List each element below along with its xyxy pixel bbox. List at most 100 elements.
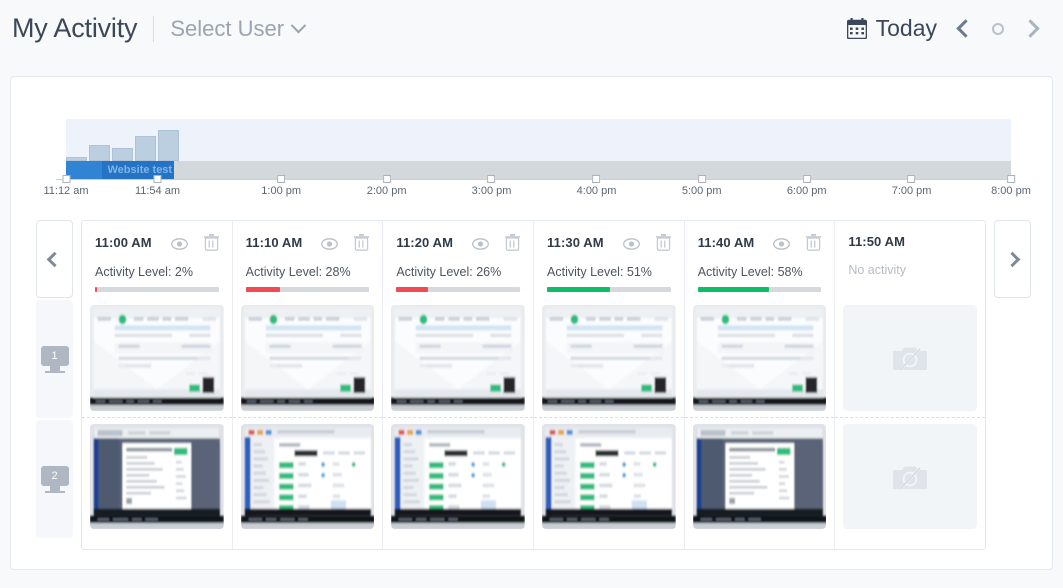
activity-level-label: Activity Level: 58% [698,265,822,279]
trash-icon[interactable] [806,234,821,251]
card-time-label: 11:40 AM [698,235,755,250]
chevron-left-icon [47,251,63,267]
activity-level-bar [246,287,370,292]
eye-icon[interactable] [773,237,790,249]
today-button[interactable]: Today [847,15,937,42]
tick-label: 8:00 pm [991,185,1031,197]
activity-level-bar-fill [95,287,97,292]
card-header-row: 11:20 AM [396,234,520,251]
activity-level-bar [547,287,671,292]
tick-marker-icon [153,175,161,183]
activity-card: 11:00 AM Activity Level: 2% [82,221,233,549]
trash-icon[interactable] [354,234,369,251]
strip-prev-button[interactable] [36,220,73,298]
monitor-icon: 2 [41,466,69,492]
screenshot-thumbnail[interactable] [542,305,676,411]
trash-icon[interactable] [204,234,219,251]
tick-marker-icon [383,175,391,183]
thumbnail-row-screen-1 [82,299,232,417]
screen-badge-2[interactable]: 2 [36,420,73,538]
card-header: 11:50 AM No activity [835,221,985,299]
tick-marker-icon [908,175,916,183]
thumbnail-row-screen-1 [835,299,985,417]
timeline-tick: 6:00 pm [787,175,827,197]
thumbnail-row-screen-1 [233,299,383,417]
tick-label: 11:12 am [43,185,88,197]
card-header: 11:40 AM Activity Level: 58% [685,221,835,299]
tick-label: 4:00 pm [577,185,617,197]
screenshot-thumbnail[interactable] [241,305,375,411]
trash-icon[interactable] [505,234,520,251]
eye-icon[interactable] [472,237,489,249]
card-actions [171,234,219,251]
header-divider [153,16,154,42]
eye-icon[interactable] [623,237,640,249]
timeline-track[interactable]: Website test [66,161,1011,179]
calendar-icon [847,18,867,39]
chevron-right-icon [1005,251,1021,267]
card-header: 11:10 AM Activity Level: 28% [233,221,383,299]
tick-label: 2:00 pm [367,185,407,197]
thumbnail-row-screen-1 [383,299,533,417]
timeline-tick: 2:00 pm [367,175,407,197]
select-user-dropdown[interactable]: Select User [170,16,304,42]
strip-next-button[interactable] [994,220,1031,298]
tick-marker-icon [277,175,285,183]
screenshot-thumbnail[interactable] [391,424,525,529]
thumbnail-row-screen-1 [685,299,835,417]
card-header: 11:20 AM Activity Level: 26% [383,221,533,299]
timeline-tick: 7:00 pm [892,175,932,197]
tick-label: 5:00 pm [682,185,722,197]
screenshot-thumbnail[interactable] [391,305,525,411]
tick-marker-icon [488,175,496,183]
timeline-chart[interactable]: Website test 11:12 am11:54 am1:00 pm2:00… [56,119,1011,194]
screenshot-thumbnail[interactable] [90,305,224,411]
screenshot-thumbnail[interactable] [90,424,224,529]
card-actions [773,234,821,251]
right-rail [994,220,1031,550]
timeline-plot-area [66,119,1011,161]
page-header: My Activity Select User Today [0,0,1063,57]
tick-marker-icon [62,175,70,183]
card-header-row: 11:00 AM [95,234,219,251]
screenshot-thumbnail[interactable] [693,424,827,529]
activity-card: 11:30 AM Activity Level: 51% [534,221,685,549]
activity-card: 11:10 AM Activity Level: 28% [233,221,384,549]
activity-level-label: Activity Level: 2% [95,265,219,279]
card-header: 11:00 AM Activity Level: 2% [82,221,232,299]
timeline-bar [89,145,110,161]
card-time-label: 11:00 AM [95,235,152,250]
card-header-row: 11:50 AM [848,234,972,249]
timeline-axis: 11:12 am11:54 am1:00 pm2:00 pm3:00 pm4:0… [56,179,1011,199]
screen-badge-1[interactable]: 1 [36,300,73,418]
thumbnail-row-screen-2 [383,417,533,535]
monitor-icon: 1 [41,346,69,372]
timeline-bar [158,130,179,161]
eye-icon[interactable] [171,237,188,249]
empty-thumbnail [843,424,977,529]
card-actions [623,234,671,251]
card-header-row: 11:10 AM [246,234,370,251]
card-header-row: 11:40 AM [698,234,822,251]
circle-icon[interactable] [992,23,1004,35]
tick-label: 11:54 am [135,185,180,197]
activity-level-label: No activity [848,263,972,277]
card-actions [321,234,369,251]
chevron-right-icon[interactable] [1021,19,1039,37]
eye-icon[interactable] [321,237,338,249]
trash-icon[interactable] [656,234,671,251]
screenshot-thumbnail[interactable] [693,305,827,411]
activity-strip: 12 11:00 AM Activity Level: 2% [36,220,1031,550]
screenshot-thumbnail[interactable] [542,424,676,529]
timeline-bar [112,148,133,161]
tick-label: 7:00 pm [892,185,932,197]
chevron-left-icon[interactable] [956,19,974,37]
card-actions [472,234,520,251]
activity-card: 11:50 AM No activity [835,221,985,549]
left-rail: 12 [36,220,73,550]
screenshot-thumbnail[interactable] [241,424,375,529]
tick-label: 1:00 pm [261,185,301,197]
timeline-tick: 8:00 pm [991,175,1031,197]
timeline-tick: 11:12 am [43,175,88,197]
timeline-tick: 4:00 pm [577,175,617,197]
